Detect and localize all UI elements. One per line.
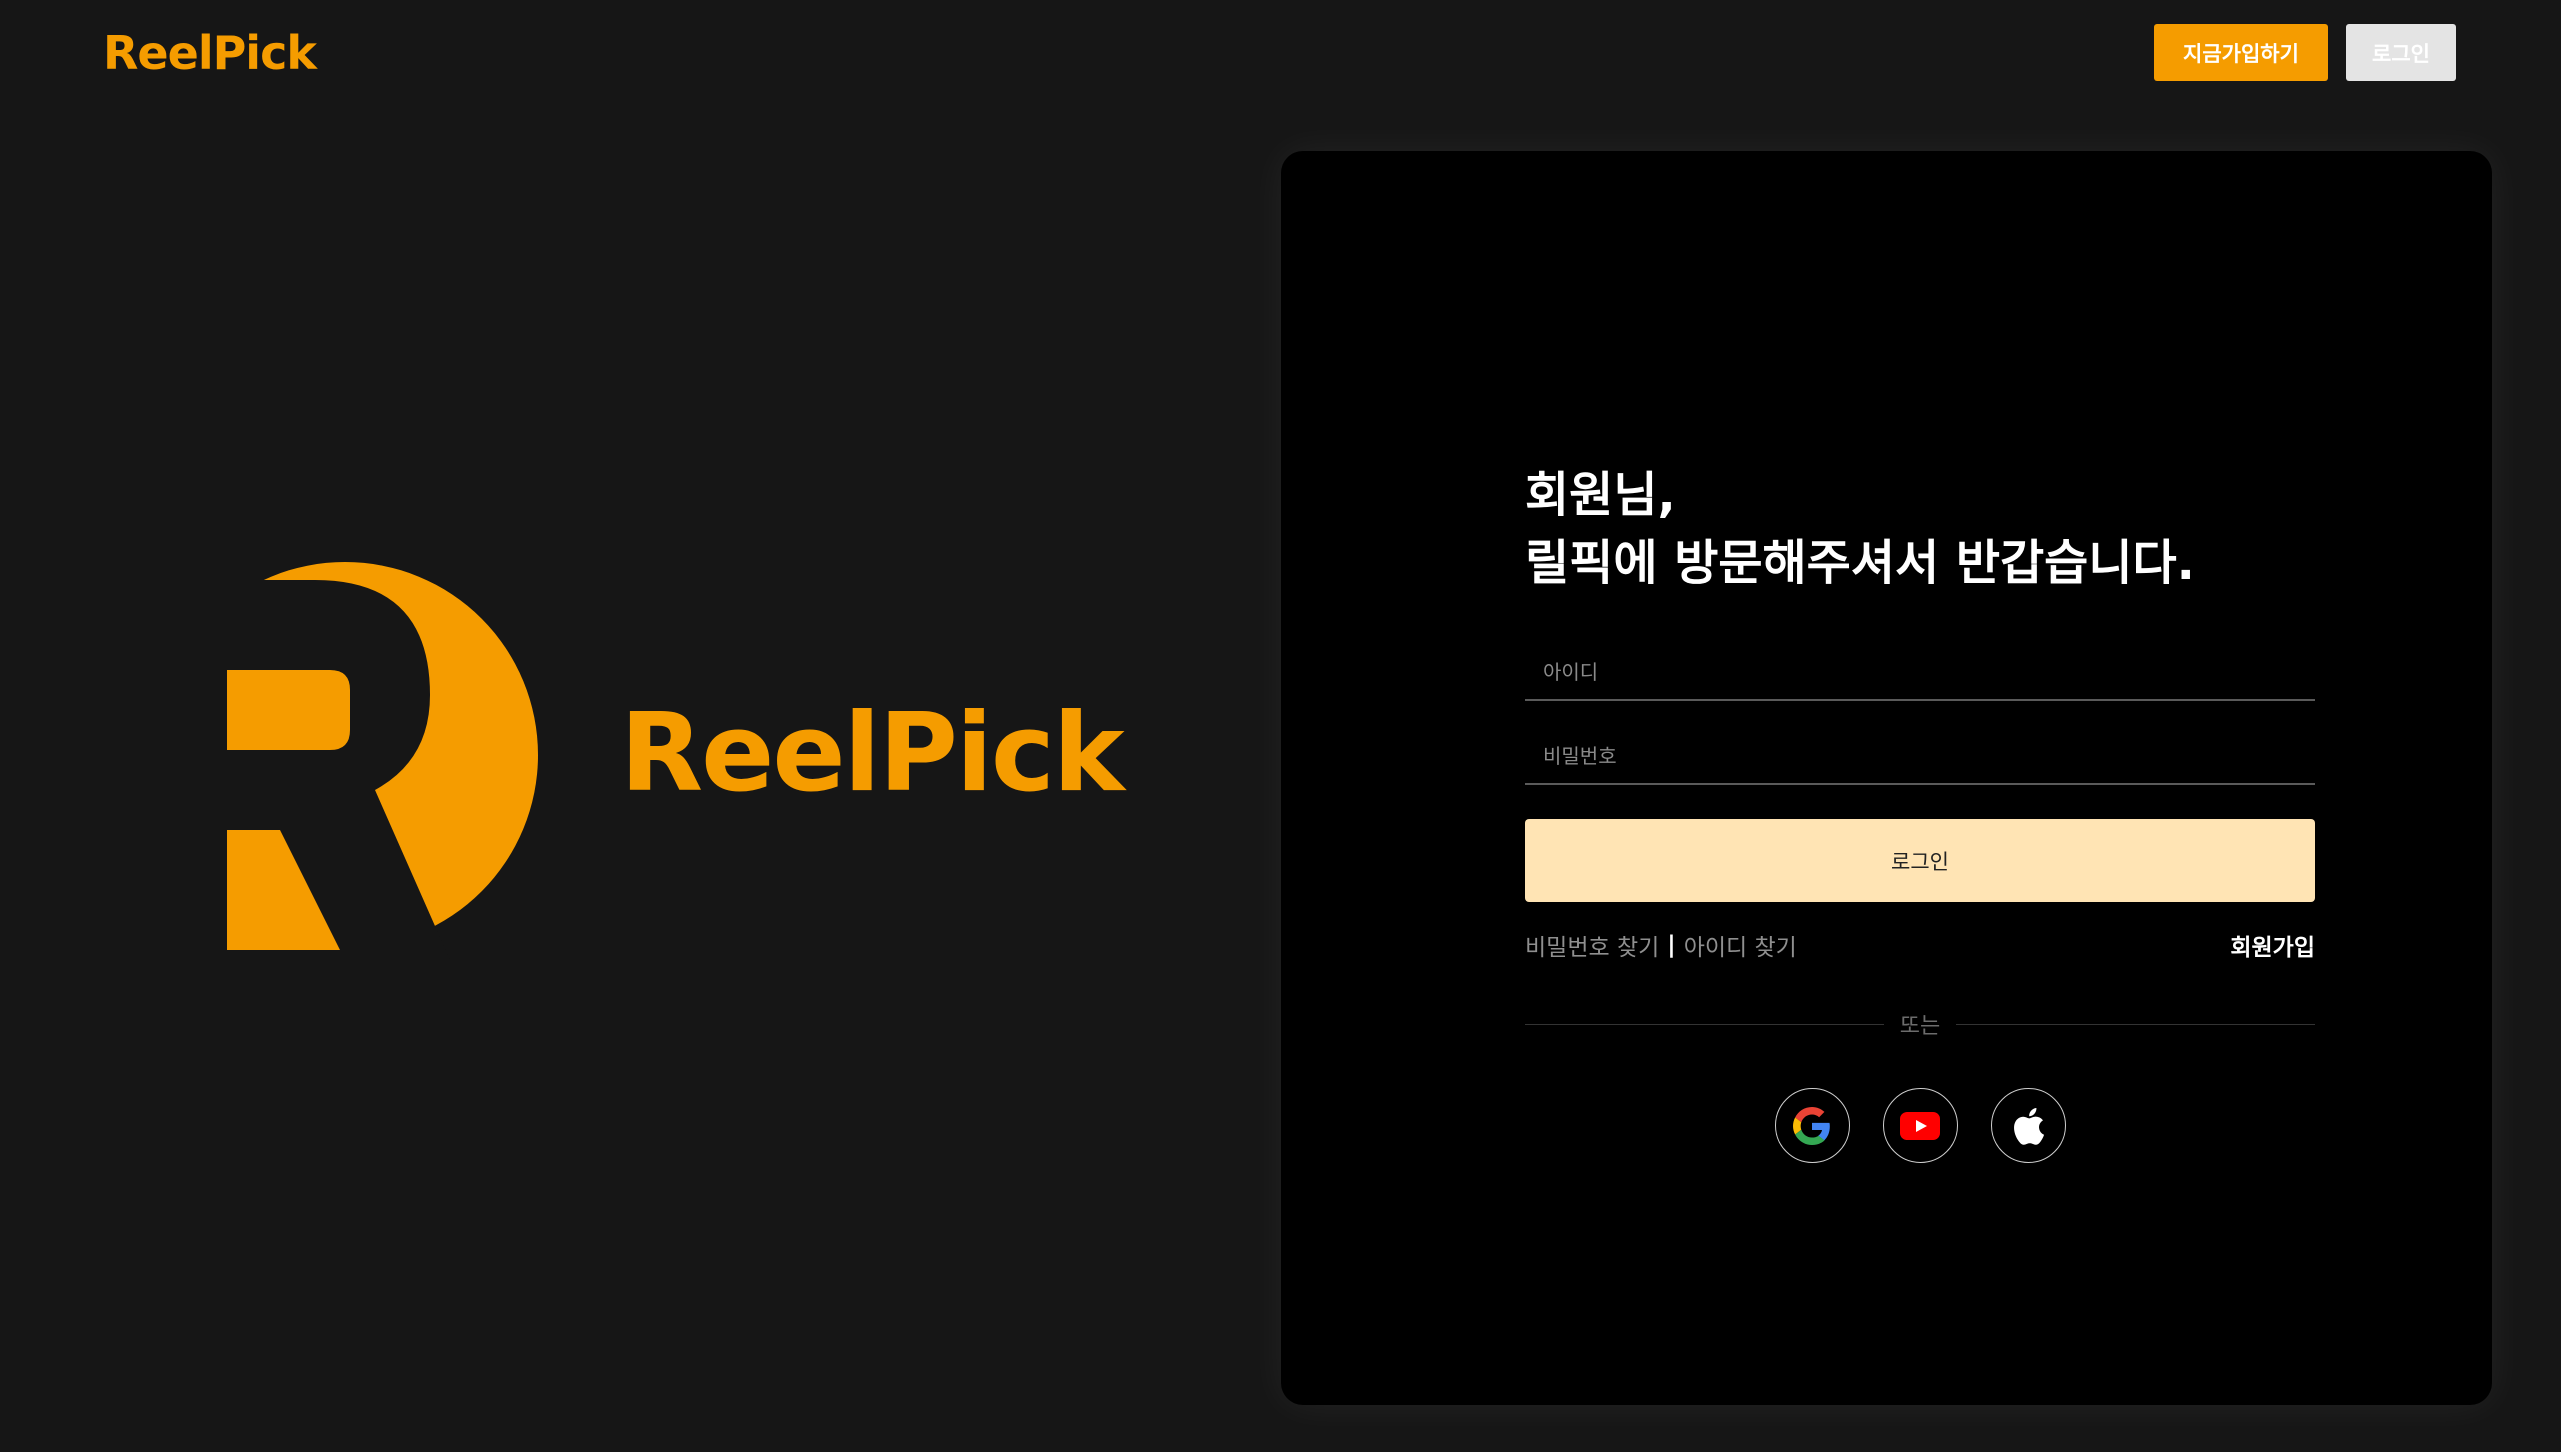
account-links: 비밀번호 찾기 | 아이디 찾기 회원가입 bbox=[1525, 928, 2315, 962]
divider-line-right bbox=[1956, 1023, 2316, 1025]
password-field bbox=[1525, 729, 2315, 785]
youtube-login-button[interactable] bbox=[1882, 1088, 1958, 1163]
youtube-icon bbox=[1900, 1111, 1940, 1140]
id-field bbox=[1525, 645, 2315, 701]
apple-icon bbox=[2014, 1107, 2045, 1145]
find-id-link[interactable]: 아이디 찾기 bbox=[1684, 928, 1797, 962]
login-submit-button[interactable]: 로그인 bbox=[1525, 819, 2315, 902]
greeting-line-1: 회원님, bbox=[1525, 467, 1676, 523]
find-links: 비밀번호 찾기 | 아이디 찾기 bbox=[1525, 928, 1797, 962]
logo-text-reel: Reel bbox=[103, 26, 214, 80]
greeting-heading: 회원님, 릴픽에 방문해주셔서 반갑습니다. bbox=[1525, 461, 2315, 597]
divider-label: 또는 bbox=[1899, 1014, 1941, 1039]
login-page: Reel Pick 지금가입하기 로그인 Reel Pick 회원님, 릴픽에 … bbox=[0, 0, 2561, 1452]
password-input[interactable] bbox=[1525, 729, 2315, 783]
hero-text-pick: Pick bbox=[878, 691, 1125, 816]
id-input[interactable] bbox=[1525, 645, 2315, 699]
login-card: 회원님, 릴픽에 방문해주셔서 반갑습니다. 로그인 비밀번호 찾기 | 아이디… bbox=[1281, 151, 2492, 1405]
logo-text-pick: Pick bbox=[212, 26, 317, 80]
login-form: 회원님, 릴픽에 방문해주셔서 반갑습니다. 로그인 비밀번호 찾기 | 아이디… bbox=[1525, 461, 2316, 1163]
signup-now-button[interactable]: 지금가입하기 bbox=[2154, 24, 2328, 81]
header-logo[interactable]: Reel Pick bbox=[103, 26, 317, 80]
reelpick-emblem-icon bbox=[225, 562, 538, 960]
google-login-button[interactable] bbox=[1774, 1088, 1850, 1163]
link-separator: | bbox=[1667, 932, 1676, 958]
signup-link[interactable]: 회원가입 bbox=[2230, 928, 2315, 962]
apple-login-button[interactable] bbox=[1990, 1088, 2066, 1163]
header-login-button[interactable]: 로그인 bbox=[2346, 24, 2456, 81]
divider-line-left bbox=[1525, 1023, 1884, 1025]
or-divider: 또는 bbox=[1525, 1008, 2316, 1040]
logo-wordmark: Reel Pick bbox=[103, 26, 317, 80]
hero-logo: Reel Pick bbox=[225, 560, 1125, 960]
find-password-link[interactable]: 비밀번호 찾기 bbox=[1525, 928, 1659, 962]
social-login-buttons bbox=[1525, 1088, 2315, 1163]
google-icon bbox=[1793, 1106, 1830, 1145]
greeting-line-2: 릴픽에 방문해주셔서 반갑습니다. bbox=[1525, 535, 2195, 591]
hero-wordmark: Reel Pick bbox=[620, 691, 1125, 816]
hero-text-reel: Reel bbox=[620, 691, 881, 816]
header-actions: 지금가입하기 로그인 bbox=[2154, 24, 2456, 81]
